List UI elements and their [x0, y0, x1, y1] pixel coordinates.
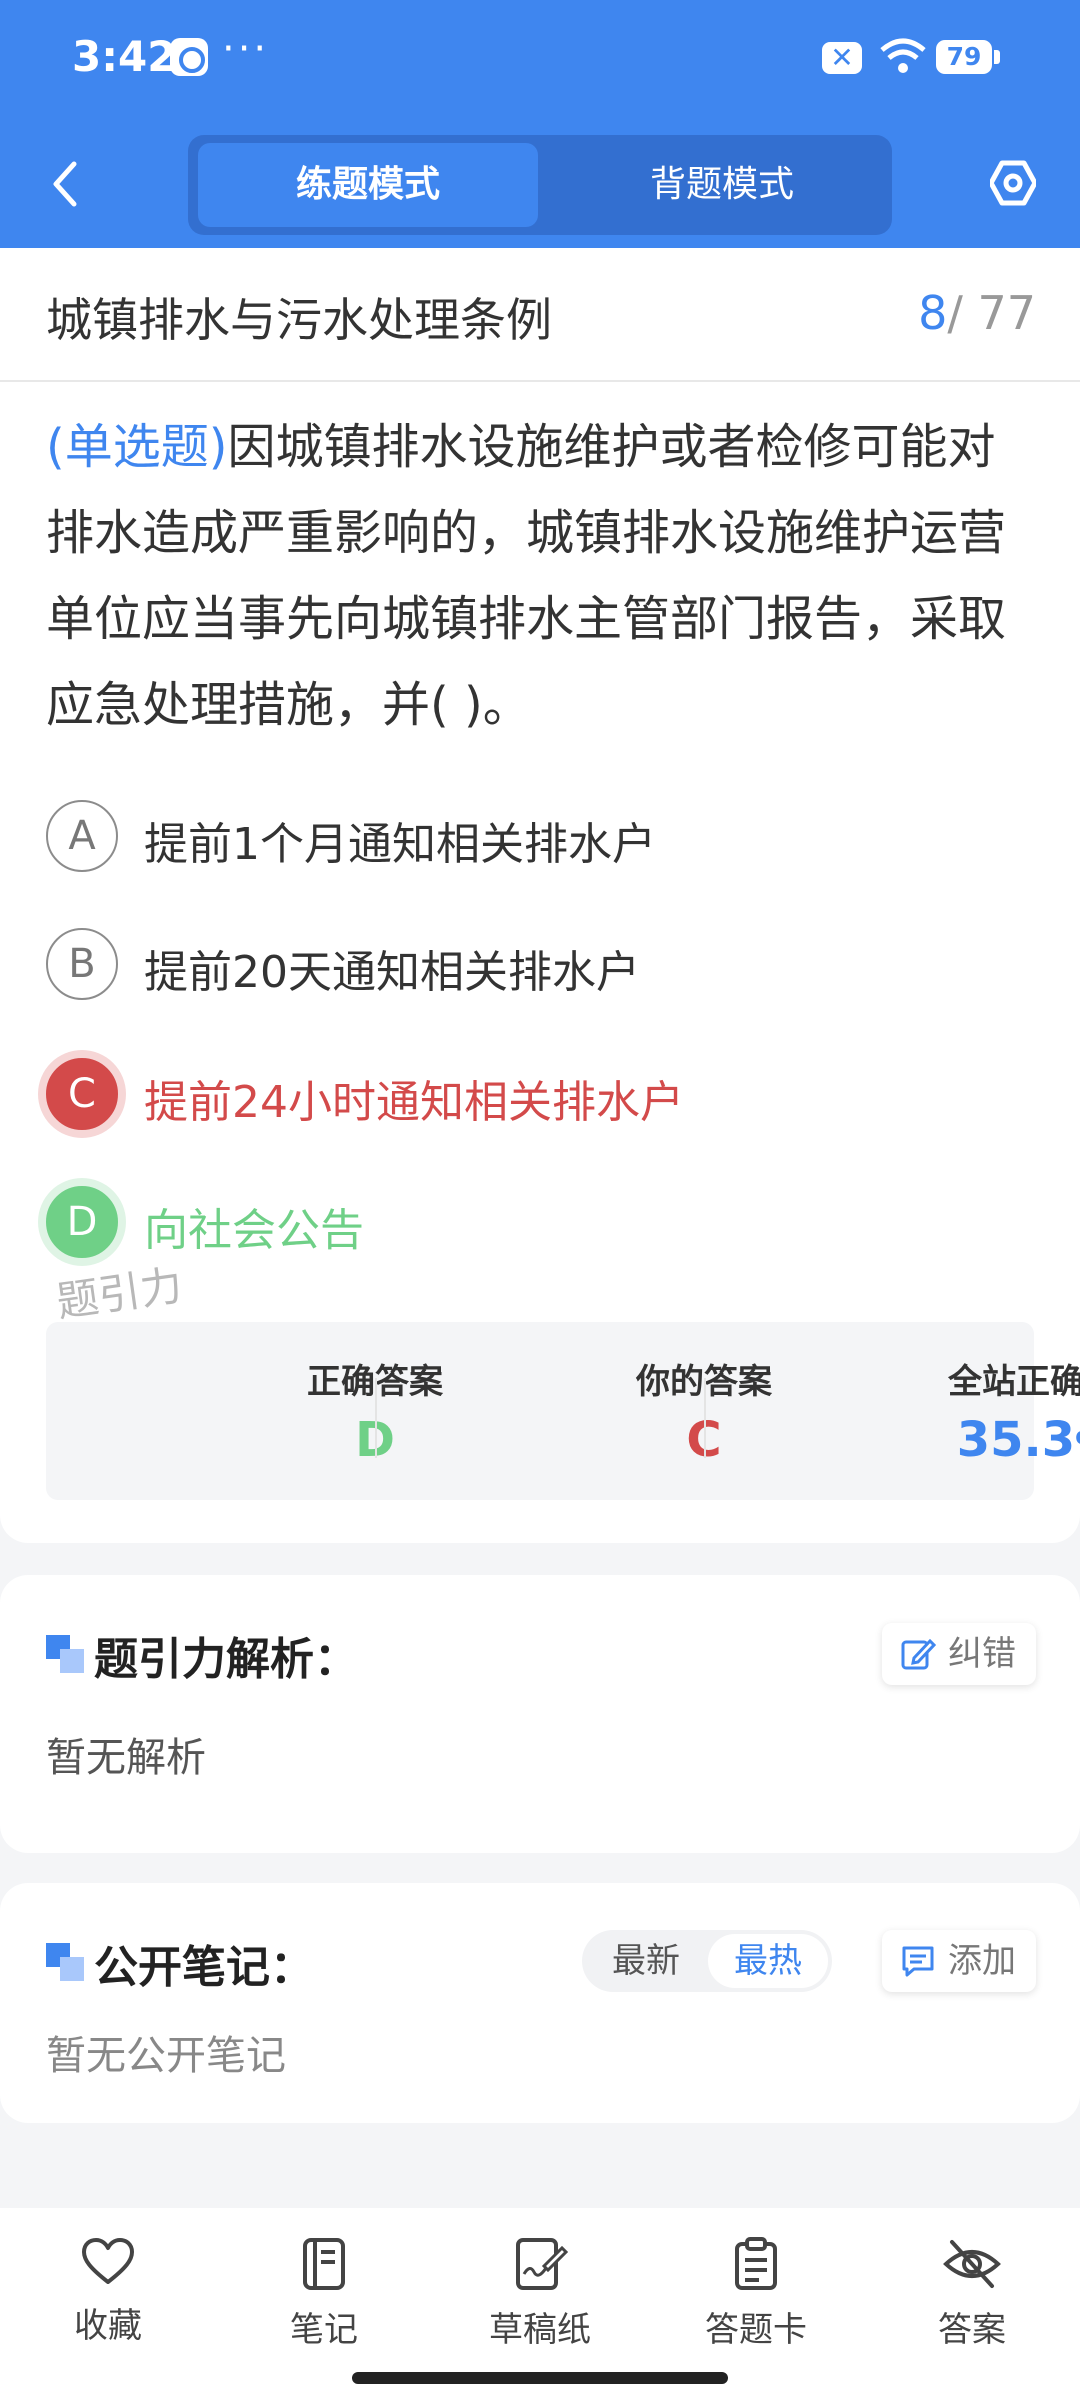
tab-answer[interactable]: 答案 — [892, 2236, 1052, 2351]
notebook-icon — [303, 2238, 345, 2290]
add-note-button[interactable]: 添加 — [882, 1930, 1036, 1992]
rate-number: 35.3 — [956, 1412, 1076, 1468]
back-arrow-icon[interactable] — [44, 158, 88, 210]
wifi-icon — [880, 38, 926, 73]
sort-hottest[interactable]: 最热 — [708, 1934, 828, 1988]
more-notifications-icon: ··· — [222, 26, 270, 72]
question-type: (单选题) — [46, 419, 228, 475]
app-notification-icon — [170, 38, 208, 76]
option-letter: C — [46, 1058, 118, 1130]
stat-label: 全站正确率 — [948, 1362, 1080, 1402]
mode-switch: 练题模式 背题模式 — [188, 135, 892, 235]
analysis-body: 暂无解析 — [46, 1735, 206, 1781]
chapter-title: 城镇排水与污水处理条例 — [46, 293, 552, 347]
tab-memorize-mode[interactable]: 背题模式 — [552, 143, 892, 227]
answer-sheet-icon — [735, 2237, 777, 2290]
stat-rate: 全站正确率 35.3% — [704, 1322, 1080, 1500]
stat-correct: 正确答案 D — [46, 1322, 443, 1500]
option-b[interactable]: B 提前20天通知相关排水户 — [46, 928, 1006, 1000]
option-letter: A — [46, 800, 118, 872]
tab-draft-paper[interactable]: 草稿纸 — [460, 2236, 620, 2351]
tab-answer-sheet[interactable]: 答题卡 — [676, 2236, 836, 2351]
option-letter: D — [46, 1186, 118, 1258]
question-text: (单选题)因城镇排水设施维护或者检修可能对排水造成严重影响的，城镇排水设施维护运… — [46, 404, 1036, 748]
section-icon — [46, 1635, 84, 1673]
tab-favorite[interactable]: 收藏 — [28, 2236, 188, 2347]
analysis-section: 题引力解析： 纠错 暂无解析 — [0, 1575, 1080, 1853]
report-error-label: 纠错 — [948, 1634, 1016, 1674]
section-icon — [46, 1943, 84, 1981]
option-text: 提前1个月通知相关排水户 — [144, 819, 656, 870]
tab-label: 答案 — [938, 2310, 1006, 2350]
home-indicator[interactable] — [352, 2372, 728, 2384]
rate-unit: % — [1075, 1425, 1080, 1465]
draft-paper-icon — [516, 2238, 568, 2290]
question-counter: 8/ 77 — [918, 286, 1036, 340]
stat-yours: 你的答案 C — [375, 1322, 772, 1500]
comment-icon — [902, 1946, 934, 1977]
sort-newest[interactable]: 最新 — [586, 1934, 706, 1988]
total-count: / 77 — [947, 286, 1036, 340]
correct-rate-value: 35.3% — [869, 1412, 1080, 1468]
current-index: 8 — [918, 286, 948, 340]
notes-title: 公开笔记： — [94, 1942, 314, 1993]
option-text: 向社会公告 — [144, 1205, 364, 1256]
eye-off-icon — [943, 2240, 1001, 2288]
chapter-header: 城镇排水与污水处理条例 8/ 77 — [0, 248, 1080, 382]
add-note-label: 添加 — [948, 1941, 1016, 1981]
tab-label: 答题卡 — [705, 2310, 807, 2350]
option-a[interactable]: A 提前1个月通知相关排水户 — [46, 800, 1006, 872]
report-error-button[interactable]: 纠错 — [882, 1623, 1036, 1685]
notification-x-icon: ✕ — [822, 42, 862, 74]
status-bar: 3:42 ··· ✕ 79 — [0, 0, 1080, 120]
tab-practice-mode[interactable]: 练题模式 — [198, 143, 538, 227]
heart-icon — [82, 2238, 134, 2284]
public-notes-section: 公开笔记： 最新 最热 添加 暂无公开笔记 — [0, 1883, 1080, 2123]
notes-sort-toggle: 最新 最热 — [582, 1930, 832, 1992]
option-c[interactable]: C 提前24小时通知相关排水户 — [46, 1058, 1006, 1130]
analysis-title: 题引力解析： — [94, 1634, 358, 1685]
option-text: 提前24小时通知相关排水户 — [144, 1077, 684, 1128]
notes-body: 暂无公开笔记 — [46, 2033, 286, 2079]
answer-stats: 正确答案 D 你的答案 C 全站正确率 35.3% — [46, 1322, 1080, 1500]
edit-icon — [901, 1638, 936, 1670]
tab-label: 笔记 — [290, 2310, 358, 2350]
tab-label: 收藏 — [74, 2306, 142, 2346]
status-time: 3:42 — [72, 32, 177, 81]
settings-icon[interactable] — [990, 160, 1036, 206]
option-d[interactable]: D 向社会公告 — [46, 1186, 1006, 1258]
option-text: 提前20天通知相关排水户 — [144, 947, 640, 998]
battery-icon: 79 — [936, 40, 1000, 74]
tab-notes[interactable]: 笔记 — [244, 2236, 404, 2351]
tab-label: 草稿纸 — [489, 2310, 591, 2350]
option-letter: B — [46, 928, 118, 1000]
